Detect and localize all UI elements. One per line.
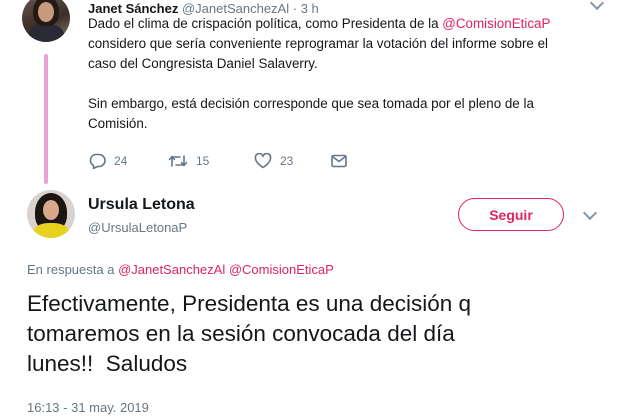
replying-to-label: En respuesta a [27,262,119,277]
reply-button[interactable]: 24 [88,153,168,169]
mention-link[interactable]: @ComisionEticaP [229,262,334,277]
chevron-down-icon[interactable] [589,0,605,11]
follow-button[interactable]: Seguir [458,198,564,231]
avatar[interactable] [27,190,75,238]
mention-link[interactable]: @ComisionEticaP [442,16,550,31]
like-count: 23 [280,154,294,168]
reply-count: 24 [114,154,128,168]
chevron-down-icon[interactable] [582,205,598,221]
tweet-actions: 24 15 23 [88,150,348,172]
reply-icon [88,153,106,169]
dm-button[interactable] [330,153,348,169]
like-icon [254,153,272,169]
like-button[interactable]: 23 [254,153,330,169]
tweet-text-line: considero que sería conveniente reprogra… [88,36,549,51]
dm-icon [330,153,348,169]
retweet-count: 15 [196,154,210,168]
author-name[interactable]: Ursula Letona [88,196,195,214]
tweet-text: Efectivamente, Presidenta es una decisió… [27,291,472,376]
tweet-timestamp[interactable]: 16:13 - 31 may. 2019 [27,400,149,415]
mention-link[interactable]: @JanetSanchezAl [118,262,225,277]
retweet-button[interactable]: 15 [168,153,254,169]
tweet-text: Dado el clima de crispación política, co… [88,14,608,134]
tweet-text-line: caso del Congresista Daniel Salaverry. [88,56,318,71]
tweet-text-line: Dado el clima de crispación política, co… [88,16,443,31]
replying-to: En respuesta a @JanetSanchezAl @Comision… [27,262,334,277]
thread-connector-line [44,54,48,184]
author-handle[interactable]: @UrsulaLetonaP [88,220,187,235]
retweet-icon [168,153,188,169]
tweet-text-line: Comisión. [88,116,148,131]
avatar[interactable] [22,0,70,42]
tweet-text-line: Sin embargo, está decisión corresponde q… [88,96,534,111]
